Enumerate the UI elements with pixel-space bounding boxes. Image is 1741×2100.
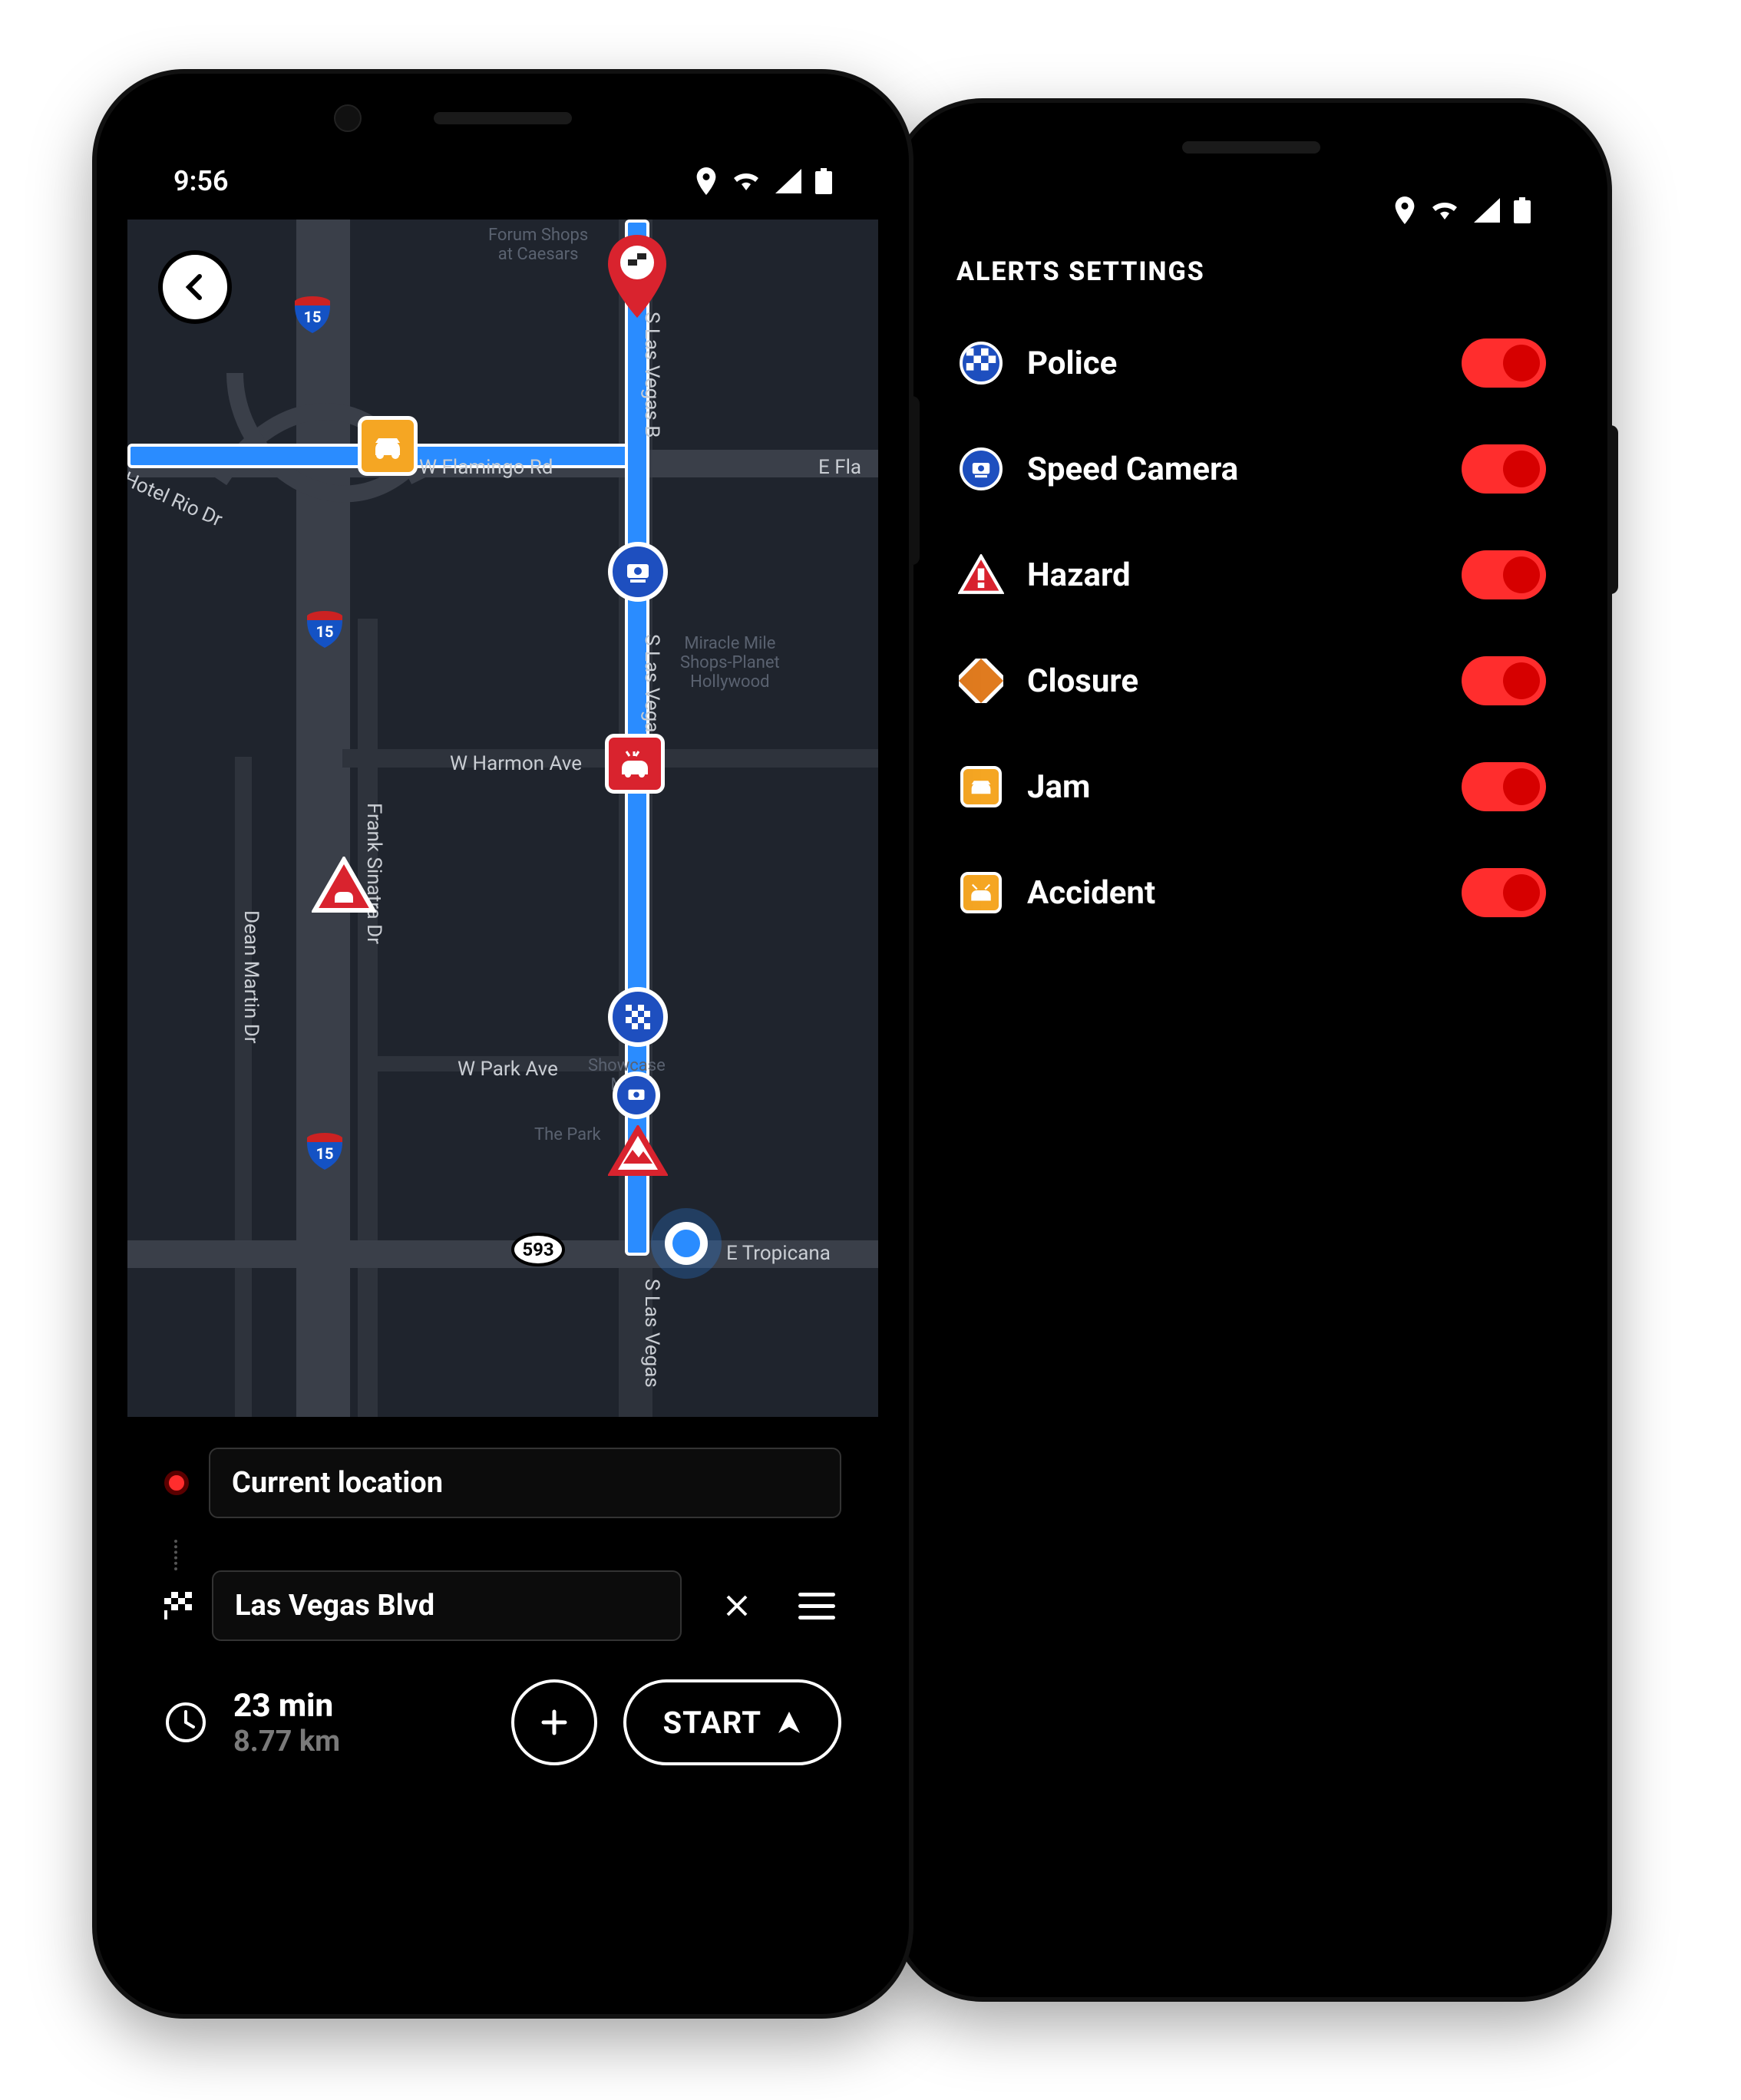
route-connector (174, 1540, 179, 1570)
eta-distance: 8.77 km (233, 1725, 340, 1758)
close-icon (723, 1592, 751, 1620)
signal-icon (775, 169, 801, 193)
speed-camera-icon (956, 444, 1006, 494)
setting-toggle[interactable] (1462, 550, 1546, 599)
setting-row-closure[interactable]: Closure (926, 628, 1577, 734)
poi-the-park: The Park (534, 1125, 601, 1144)
poi-miracle-mile: Miracle Mile Shops-Planet Hollywood (680, 634, 780, 692)
location-icon (1394, 196, 1416, 224)
status-time: 9:56 (173, 165, 229, 197)
setting-label: Jam (1027, 768, 1440, 806)
phone-speaker (434, 112, 572, 124)
setting-toggle[interactable] (1462, 444, 1546, 494)
route-shield-593: 593 (511, 1233, 565, 1266)
road-frank-sinatra (358, 619, 378, 1417)
destination-pin-icon[interactable] (605, 235, 669, 318)
origin-dot-icon (164, 1471, 189, 1495)
setting-toggle[interactable] (1462, 656, 1546, 705)
route-options-button[interactable] (792, 1593, 841, 1620)
destination-flag-icon (164, 1592, 192, 1620)
phone-navigation: 9:56 (92, 69, 913, 2019)
setting-toggle[interactable] (1462, 762, 1546, 811)
setting-row-speed-camera[interactable]: Speed Camera (926, 416, 1577, 522)
svg-text:593: 593 (522, 1239, 553, 1260)
police-marker-icon[interactable] (608, 987, 668, 1047)
phone-camera (334, 104, 362, 132)
plus-icon (539, 1707, 570, 1738)
start-label: START (663, 1705, 761, 1741)
hazard-icon (956, 550, 1006, 599)
setting-label: Police (1027, 345, 1440, 382)
jam-icon (956, 762, 1006, 811)
setting-row-jam[interactable]: Jam (926, 734, 1577, 840)
battery-icon (815, 168, 832, 194)
route-panel: Current location Las Vegas Blvd (127, 1417, 878, 1811)
setting-row-police[interactable]: Police (926, 310, 1577, 416)
destination-label: Las Vegas Blvd (235, 1589, 434, 1623)
speed-camera-marker-icon[interactable] (608, 542, 668, 602)
wifi-icon (1429, 198, 1460, 223)
eta-time: 23 min (233, 1687, 340, 1725)
shield-i15-icon: 15 (295, 296, 330, 333)
setting-label: Speed Camera (1027, 451, 1440, 488)
svg-text:15: 15 (304, 308, 322, 326)
destination-field[interactable]: Las Vegas Blvd (212, 1570, 682, 1641)
phone-speaker (1182, 141, 1320, 154)
back-button[interactable] (158, 250, 232, 324)
accident-marker-icon[interactable] (605, 734, 665, 794)
speed-camera-marker-icon[interactable] (613, 1071, 660, 1119)
setting-label: Closure (1027, 662, 1440, 700)
status-bar: 9:56 (127, 143, 878, 220)
svg-text:15: 15 (316, 1144, 334, 1163)
svg-text:15: 15 (316, 622, 334, 641)
police-icon (956, 338, 1006, 388)
poi-forum-shops: Forum Shops at Caesars (488, 226, 588, 264)
shield-i15-icon: 15 (307, 1133, 342, 1170)
road-label-tropicana: E Tropicana (726, 1242, 831, 1265)
closure-icon (956, 656, 1006, 705)
road-label-flamingo-e: E Fla (818, 456, 861, 479)
road-label-lvblvd-s: S Las Vegas (640, 1279, 663, 1388)
start-navigation-button[interactable]: START (623, 1679, 841, 1765)
road-label-dean-martin: Dean Martin Dr (240, 910, 263, 1044)
location-icon (695, 167, 717, 195)
navigate-arrow-icon (777, 1710, 801, 1735)
eta: 23 min 8.77 km (233, 1687, 340, 1758)
map-view[interactable]: W Flamingo Rd E Fla W Harmon Ave W Park … (127, 220, 878, 1417)
road-label-harmon: W Harmon Ave (450, 752, 582, 775)
road-label-flamingo: W Flamingo Rd (419, 456, 553, 479)
add-stop-button[interactable] (511, 1679, 597, 1765)
current-location-dot (665, 1222, 708, 1265)
jam-marker-icon[interactable] (358, 416, 418, 476)
clear-destination-button[interactable] (702, 1592, 772, 1620)
phone-settings: ALERTS SETTINGS Police Speed Camera Hazard… (890, 98, 1612, 2002)
setting-toggle[interactable] (1462, 338, 1546, 388)
setting-toggle[interactable] (1462, 868, 1546, 917)
accident-icon (956, 868, 1006, 917)
setting-row-hazard[interactable]: Hazard (926, 522, 1577, 628)
road-label-park: W Park Ave (458, 1058, 558, 1081)
hazard-marker-icon[interactable] (312, 857, 376, 915)
closure-marker-icon[interactable] (608, 1125, 668, 1179)
wifi-icon (731, 169, 761, 193)
battery-icon (1514, 197, 1531, 223)
setting-label: Accident (1027, 874, 1440, 912)
origin-field[interactable]: Current location (209, 1448, 841, 1518)
signal-icon (1474, 198, 1500, 223)
road-label-lvblvd-n: S Las Vegas B (640, 312, 663, 438)
road-dean-martin (235, 757, 252, 1417)
settings-list: Police Speed Camera Hazard Closure Jam Accide… (926, 310, 1577, 946)
status-bar (926, 172, 1577, 249)
shield-i15-icon: 15 (307, 611, 342, 648)
setting-row-accident[interactable]: Accident (926, 840, 1577, 946)
chevron-left-icon (181, 273, 209, 301)
settings-title: ALERTS SETTINGS (926, 249, 1577, 310)
origin-label: Current location (232, 1466, 443, 1500)
clock-icon (164, 1701, 207, 1744)
nav-screen: 9:56 (127, 143, 878, 1945)
setting-label: Hazard (1027, 556, 1440, 594)
settings-screen: ALERTS SETTINGS Police Speed Camera Hazard… (926, 172, 1577, 1928)
